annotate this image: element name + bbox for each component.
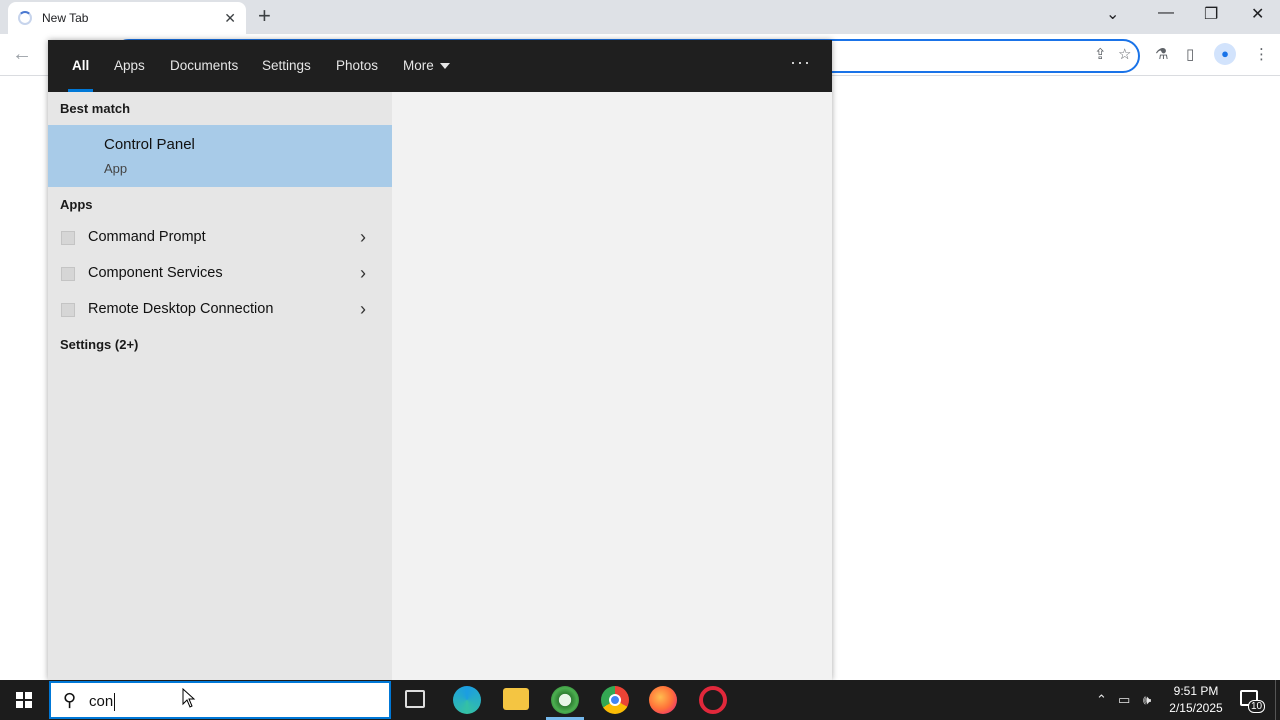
filter-more-label: More bbox=[403, 58, 434, 73]
edge-icon[interactable] bbox=[453, 686, 481, 714]
start-button[interactable] bbox=[0, 680, 48, 720]
browser-tab[interactable]: New Tab ✕ bbox=[8, 2, 246, 34]
app-result-command-prompt[interactable]: Command Prompt › bbox=[48, 220, 392, 256]
best-match-heading: Best match bbox=[60, 101, 131, 116]
windows-logo-icon bbox=[16, 692, 32, 708]
show-desktop-button[interactable] bbox=[1275, 680, 1276, 720]
app-icon bbox=[61, 267, 75, 281]
filter-tab-photos[interactable]: Photos bbox=[336, 40, 378, 92]
new-tab-button[interactable]: + bbox=[258, 5, 271, 27]
best-match-subtitle: App bbox=[104, 161, 128, 176]
menu-icon[interactable]: ⋮ bbox=[1254, 45, 1269, 63]
search-filter-bar: All Apps Documents Settings Photos More … bbox=[48, 40, 832, 92]
best-match-title: Control Panel bbox=[104, 136, 195, 153]
app-result-label: Component Services bbox=[88, 265, 223, 281]
app-icon bbox=[61, 231, 75, 245]
tab-search-chevron-down-icon[interactable]: ⌄ bbox=[1106, 4, 1119, 24]
network-icon[interactable]: ▭ bbox=[1118, 692, 1130, 708]
caret-down-icon bbox=[439, 63, 450, 70]
clock-date: 2/15/2025 bbox=[1169, 701, 1223, 715]
tab-title: New Tab bbox=[42, 11, 89, 25]
search-icon: ⚲ bbox=[63, 690, 77, 710]
volume-icon[interactable]: 🕪 bbox=[1143, 692, 1151, 708]
filter-tab-all[interactable]: All bbox=[67, 40, 94, 92]
app-result-label: Command Prompt bbox=[88, 229, 206, 245]
more-options-icon[interactable]: ··· bbox=[790, 52, 811, 73]
firefox-icon[interactable] bbox=[649, 686, 677, 714]
clock-time: 9:51 PM bbox=[1173, 684, 1219, 698]
notification-count-badge: 10 bbox=[1248, 700, 1266, 713]
start-search-panel: All Apps Documents Settings Photos More … bbox=[48, 40, 832, 680]
settings-heading[interactable]: Settings (2+) bbox=[60, 337, 138, 352]
app-icon bbox=[61, 303, 75, 317]
edge-dev-icon[interactable] bbox=[551, 686, 579, 714]
restore-button[interactable]: ❐ bbox=[1204, 4, 1218, 24]
mouse-pointer-icon bbox=[182, 688, 196, 708]
best-match-result[interactable]: Control Panel App bbox=[48, 125, 392, 187]
filter-tab-settings[interactable]: Settings bbox=[262, 40, 311, 92]
chevron-right-icon[interactable]: › bbox=[360, 263, 366, 284]
opera-icon[interactable] bbox=[699, 686, 727, 714]
apps-heading: Apps bbox=[60, 197, 93, 212]
file-explorer-icon[interactable] bbox=[503, 688, 529, 710]
close-window-button[interactable]: ✕ bbox=[1251, 4, 1264, 24]
chevron-right-icon[interactable]: › bbox=[360, 299, 366, 320]
side-panel-icon[interactable]: ▯ bbox=[1186, 45, 1194, 63]
results-list: Best match Control Panel App Apps Comman… bbox=[48, 92, 392, 680]
filter-tab-more[interactable]: More bbox=[403, 40, 450, 92]
app-result-label: Remote Desktop Connection bbox=[88, 301, 274, 317]
chevron-right-icon[interactable]: › bbox=[360, 227, 366, 248]
back-arrow-icon[interactable]: ← bbox=[12, 43, 32, 66]
taskbar-search-box[interactable]: ⚲ con bbox=[49, 681, 391, 719]
share-icon[interactable]: ⇪ bbox=[1094, 45, 1107, 63]
star-icon[interactable]: ☆ bbox=[1118, 45, 1131, 63]
loading-spinner-icon bbox=[18, 11, 32, 25]
browser-tab-strip: New Tab ✕ + ⌄ — ❐ ✕ bbox=[0, 0, 1280, 34]
clock[interactable]: 9:51 PM 2/15/2025 bbox=[1166, 683, 1226, 717]
profile-avatar-icon[interactable]: ● bbox=[1214, 43, 1236, 65]
search-input[interactable]: con bbox=[89, 693, 116, 711]
chrome-center-icon bbox=[609, 694, 621, 706]
labs-icon[interactable]: ⚗ bbox=[1155, 45, 1168, 63]
task-view-icon[interactable] bbox=[405, 690, 425, 708]
app-result-component-services[interactable]: Component Services › bbox=[48, 256, 392, 292]
app-result-remote-desktop[interactable]: Remote Desktop Connection › bbox=[48, 292, 392, 328]
show-hidden-icons-chevron-up-icon[interactable]: ⌃ bbox=[1096, 692, 1107, 708]
filter-tab-documents[interactable]: Documents bbox=[170, 40, 238, 92]
preview-pane bbox=[392, 92, 832, 680]
filter-tab-apps[interactable]: Apps bbox=[114, 40, 145, 92]
tab-close-icon[interactable]: ✕ bbox=[224, 10, 236, 27]
minimize-button[interactable]: — bbox=[1158, 4, 1174, 22]
